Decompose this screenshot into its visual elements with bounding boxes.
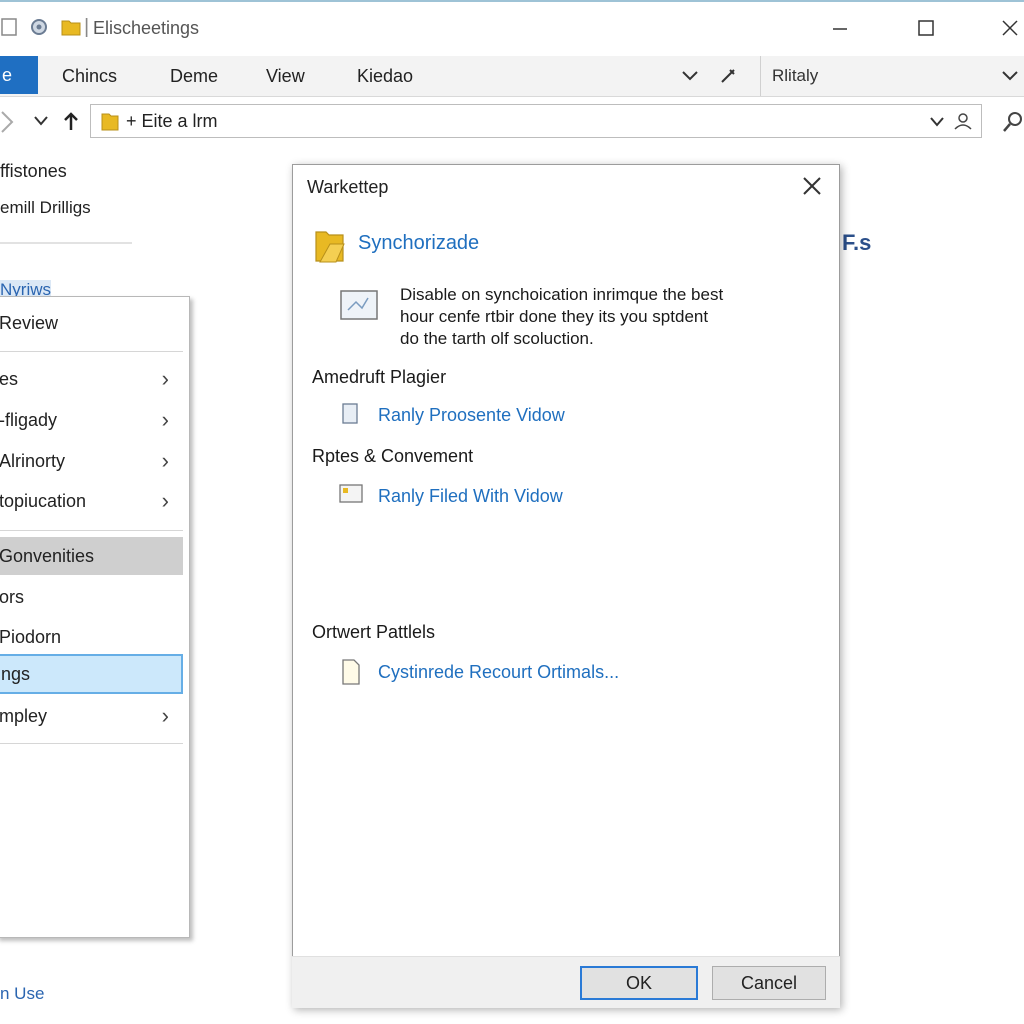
background-text: F.s bbox=[842, 230, 872, 255]
chevron-down-icon[interactable] bbox=[680, 68, 700, 84]
nav-item[interactable]: ffistones bbox=[0, 161, 67, 182]
section-link[interactable]: Ranly Filed With Vidow bbox=[378, 486, 563, 507]
menu-item[interactable]: Piodorn bbox=[0, 619, 183, 655]
up-arrow-icon[interactable] bbox=[62, 111, 80, 131]
cancel-button[interactable]: Cancel bbox=[712, 966, 826, 1000]
folder-icon bbox=[101, 113, 119, 131]
chevron-down-icon[interactable] bbox=[928, 115, 946, 129]
nav-divider bbox=[0, 242, 132, 244]
chevron-right-icon: › bbox=[161, 366, 169, 391]
chevron-right-icon: › bbox=[161, 448, 169, 473]
close-icon bbox=[1002, 20, 1018, 36]
chevron-right-icon: › bbox=[161, 407, 169, 432]
tab-chincs[interactable]: Chincs bbox=[62, 66, 117, 87]
recent-chevron-icon[interactable] bbox=[32, 114, 50, 128]
chevron-down-icon[interactable] bbox=[1000, 68, 1020, 84]
menu-separator bbox=[0, 743, 183, 744]
folder-icon[interactable] bbox=[60, 16, 82, 38]
maximize-icon bbox=[918, 20, 934, 36]
menu-item[interactable]: topiucation › bbox=[0, 483, 183, 519]
menu-item[interactable]: -fligady › bbox=[0, 402, 183, 438]
tab-kiedao[interactable]: Kiedao bbox=[357, 66, 413, 87]
menu-item-highlighted[interactable]: Gonvenities bbox=[0, 537, 183, 575]
ok-button[interactable]: OK bbox=[580, 966, 698, 1000]
nav-item[interactable]: emill Drilligs bbox=[0, 198, 91, 218]
tab-view[interactable]: View bbox=[266, 66, 305, 87]
close-window-button[interactable] bbox=[996, 14, 1024, 42]
close-icon bbox=[803, 177, 821, 195]
document-icon bbox=[342, 403, 358, 424]
address-path: + Eite a lrm bbox=[126, 111, 218, 131]
section-link[interactable]: Ranly Proosente Vidow bbox=[378, 405, 565, 426]
menu-separator bbox=[0, 530, 183, 531]
back-icon[interactable] bbox=[0, 110, 16, 134]
chevron-right-icon: › bbox=[161, 488, 169, 513]
menu-item[interactable]: es › bbox=[0, 361, 183, 397]
section-header: Rptes & Convement bbox=[312, 446, 474, 466]
minimize-button[interactable] bbox=[826, 14, 854, 42]
gear-icon[interactable] bbox=[28, 16, 50, 38]
section-header: Amedruft Plagier bbox=[312, 367, 447, 387]
menu-separator bbox=[0, 351, 183, 352]
user-icon[interactable] bbox=[952, 110, 974, 132]
window-icon bbox=[339, 484, 363, 503]
folder-icon bbox=[315, 231, 345, 263]
dialog-heading: Synchorizade bbox=[358, 232, 480, 254]
context-menu: Review es › -fligady › Alrinorty › topiucat… bbox=[0, 296, 190, 938]
pin-icon[interactable] bbox=[718, 66, 738, 86]
menu-item[interactable]: ors bbox=[0, 579, 183, 615]
title-separator: | bbox=[84, 16, 90, 38]
ribbon-dropdown-label: Rlitaly bbox=[772, 66, 819, 85]
document-icon[interactable] bbox=[0, 16, 22, 38]
dialog-title: Warkettep bbox=[307, 177, 389, 197]
search-icon[interactable] bbox=[1002, 110, 1024, 134]
section-link[interactable]: Cystinrede Recourt Ortimals... bbox=[378, 662, 619, 683]
menu-item[interactable]: mpley › bbox=[0, 698, 183, 734]
address-bar[interactable] bbox=[90, 104, 982, 138]
context-menu-header: Review bbox=[0, 312, 59, 333]
chevron-right-icon: › bbox=[161, 703, 169, 728]
tab-deme[interactable]: Deme bbox=[170, 66, 218, 87]
section-header: Ortwert Pattlels bbox=[312, 622, 436, 642]
menu-item[interactable]: Alrinorty › bbox=[0, 443, 183, 479]
dialog-close-button[interactable] bbox=[798, 172, 826, 200]
minimize-icon bbox=[833, 28, 847, 30]
file-tab[interactable]: e bbox=[0, 56, 38, 94]
nav-footer-link[interactable]: n Use bbox=[0, 984, 44, 1004]
document-icon bbox=[342, 659, 360, 685]
dialog-description: Disable on synchoication inrimque the be… bbox=[400, 285, 724, 348]
image-icon bbox=[340, 290, 378, 320]
maximize-button[interactable] bbox=[912, 14, 940, 42]
menu-item-selected[interactable]: ngs bbox=[0, 654, 183, 694]
window-title: Elischeetings bbox=[93, 18, 200, 38]
